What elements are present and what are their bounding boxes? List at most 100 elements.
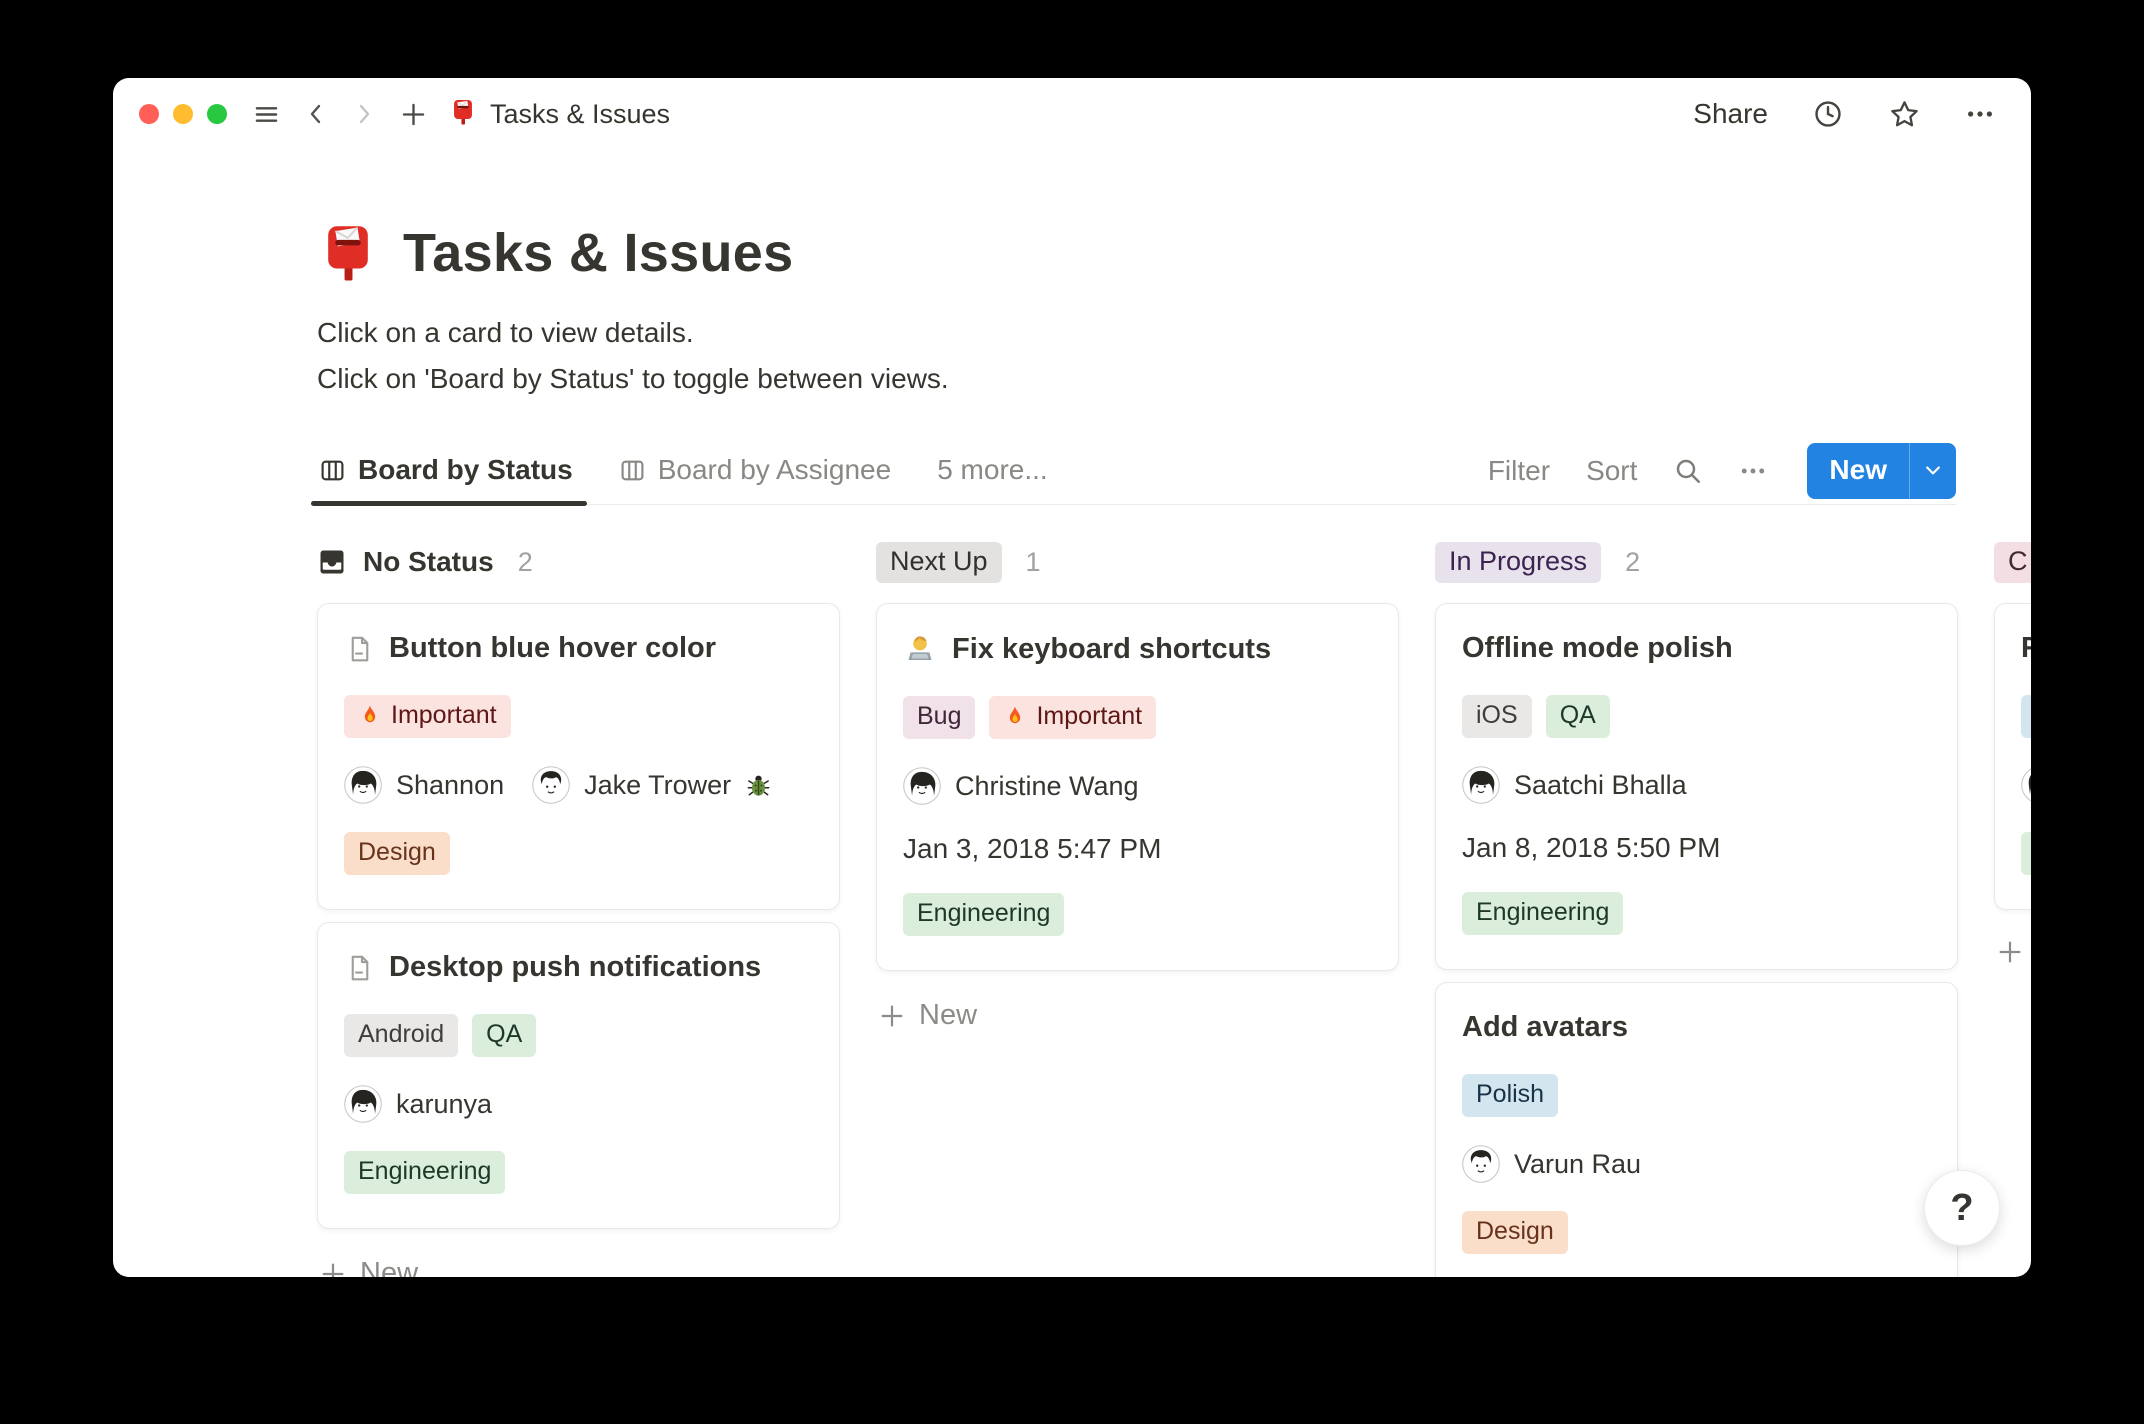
column-header: In Progress 2 [1435,539,1958,585]
chevron-right-icon [352,102,376,126]
avatar [532,766,570,804]
card-tags-row: Engineering [903,893,1372,936]
new-button-label[interactable]: New [1807,443,1909,499]
mailbox-icon [449,98,477,131]
person-jake-trower[interactable]: Jake Trower [532,766,772,804]
tag-label: iOS [1476,701,1518,729]
zoom-button[interactable] [207,104,227,124]
titlebar: Tasks & Issues Share [113,78,2031,150]
avatar [344,766,382,804]
new-card-button[interactable]: New [876,993,1399,1038]
tag-label: Design [358,838,436,866]
tag-qa[interactable]: QA [472,1014,537,1057]
card-offline-mode-polish[interactable]: Offline mode polish iOS QA Saatchi Bhalla Ja… [1435,603,1958,970]
star-icon [1888,98,1921,131]
tag-engineering[interactable]: Engineering [903,893,1065,936]
favorite-button[interactable] [1888,98,1921,131]
card-title: R [2021,632,2031,665]
more-options-button[interactable] [1965,99,1995,129]
column-header: Next Up 1 [876,539,1399,585]
new-card-button[interactable]: New [317,1251,840,1277]
tag-e[interactable]: E [2021,832,2031,875]
document-icon [344,953,374,983]
card-add-avatars[interactable]: Add avatars Polish Varun Rau Design [1435,982,1958,1277]
tag-design[interactable]: Design [344,832,450,875]
card-tags-row: Bug Important [903,696,1372,739]
tag-label: Design [1476,1217,1554,1245]
card-button-blue-hover-color[interactable]: Button blue hover color Important Shannon J… [317,603,840,910]
new-page-button[interactable] [400,101,427,128]
ellipsis-icon [1965,99,1995,129]
tag-important[interactable]: Important [989,696,1157,739]
card-tags-row: Engineering [344,1151,813,1194]
tag-p[interactable]: P [2021,695,2031,738]
tag-qa[interactable]: QA [1545,695,1610,738]
flame-icon [1003,705,1027,729]
tab-board-by-assignee[interactable]: Board by Assignee [617,438,894,504]
card-fix-keyboard-shortcuts[interactable]: Fix keyboard shortcuts Bug Important Christ… [876,603,1399,971]
help-button[interactable]: ? [1924,1170,2000,1246]
tag-ios[interactable]: iOS [1462,695,1532,738]
tag-android[interactable]: Android [344,1014,459,1057]
board-column-c: C RP E [1994,539,2031,972]
technologist-icon [903,632,937,666]
back-button[interactable] [304,102,328,126]
tag-polish[interactable]: Polish [1462,1074,1559,1117]
tag-design[interactable]: Design [1462,1211,1568,1254]
person-varun-rau[interactable]: Varun Rau [1462,1145,1641,1183]
tag-bug[interactable]: Bug [903,696,976,739]
card-desktop-push-notifications[interactable]: Desktop push notifications Android QA karun… [317,922,840,1229]
person-name: Jake Trower [584,769,732,800]
mailbox-icon[interactable] [317,222,379,284]
tag-important[interactable]: Important [344,695,511,738]
card-tags-row: Android QA [344,1014,813,1057]
card-title-row: Desktop push notifications [344,951,813,984]
tab-label: Board by Assignee [657,454,892,485]
sidebar-menu-button[interactable] [253,101,280,128]
card-people-row: Christine Wang [903,767,1372,805]
new-button[interactable]: New [1807,443,1956,499]
inbox-icon [317,547,347,577]
breadcrumb[interactable]: Tasks & Issues [449,98,670,131]
card-tags-row: Engineering [1462,892,1931,935]
person-name: Shannon [396,769,505,800]
sort-button[interactable]: Sort [1586,455,1637,487]
card-title-row: Button blue hover color [344,632,813,665]
view-toolbar: Board by Status Board by Assignee 5 more..… [311,438,1956,506]
search-button[interactable] [1673,456,1703,486]
card-r[interactable]: RP E [1994,603,2031,910]
plus-icon [1996,938,2024,966]
view-options-button[interactable] [1739,457,1767,485]
filter-button[interactable]: Filter [1488,455,1550,487]
history-button[interactable] [1812,98,1844,130]
column-title-badge: C [1994,541,2031,583]
person-karunya[interactable]: karunya [344,1085,492,1123]
forward-button[interactable] [352,102,376,126]
person-name: karunya [396,1088,493,1119]
column-header: No Status 2 [317,539,840,585]
minimize-button[interactable] [173,104,193,124]
person-christine-wang[interactable]: Christine Wang [903,767,1139,805]
new-card-button[interactable] [1994,932,2031,972]
card-people-row [2021,766,2031,804]
new-card-label: New [919,999,978,1031]
person-assignee[interactable] [2021,766,2031,804]
person-saatchi-bhalla[interactable]: Saatchi Bhalla [1462,766,1687,804]
page-description: Click on a card to view details. Click o… [317,310,2031,402]
card-title: Offline mode polish [1462,632,1733,664]
tag-engineering[interactable]: Engineering [1462,892,1624,935]
share-button[interactable]: Share [1693,98,1768,130]
column-count: 2 [1625,546,1641,577]
kanban-board: No Status 2 Button blue hover color Importa… [317,539,2031,1277]
board-column-no-status: No Status 2 Button blue hover color Importa… [317,539,840,1277]
tab-5-more[interactable]: 5 more... [935,438,1049,504]
close-button[interactable] [139,104,159,124]
person-shannon[interactable]: Shannon [344,766,504,804]
tag-engineering[interactable]: Engineering [344,1151,506,1194]
app-window: Tasks & Issues Share Tasks & Issues Clic… [113,78,2031,1277]
card-title-row: Offline mode polish [1462,632,1931,665]
tab-board-by-status[interactable]: Board by Status [311,438,587,506]
card-people-row: Shannon Jake Trower [344,766,813,804]
clock-icon [1812,98,1844,130]
new-button-dropdown[interactable] [1909,443,1956,499]
